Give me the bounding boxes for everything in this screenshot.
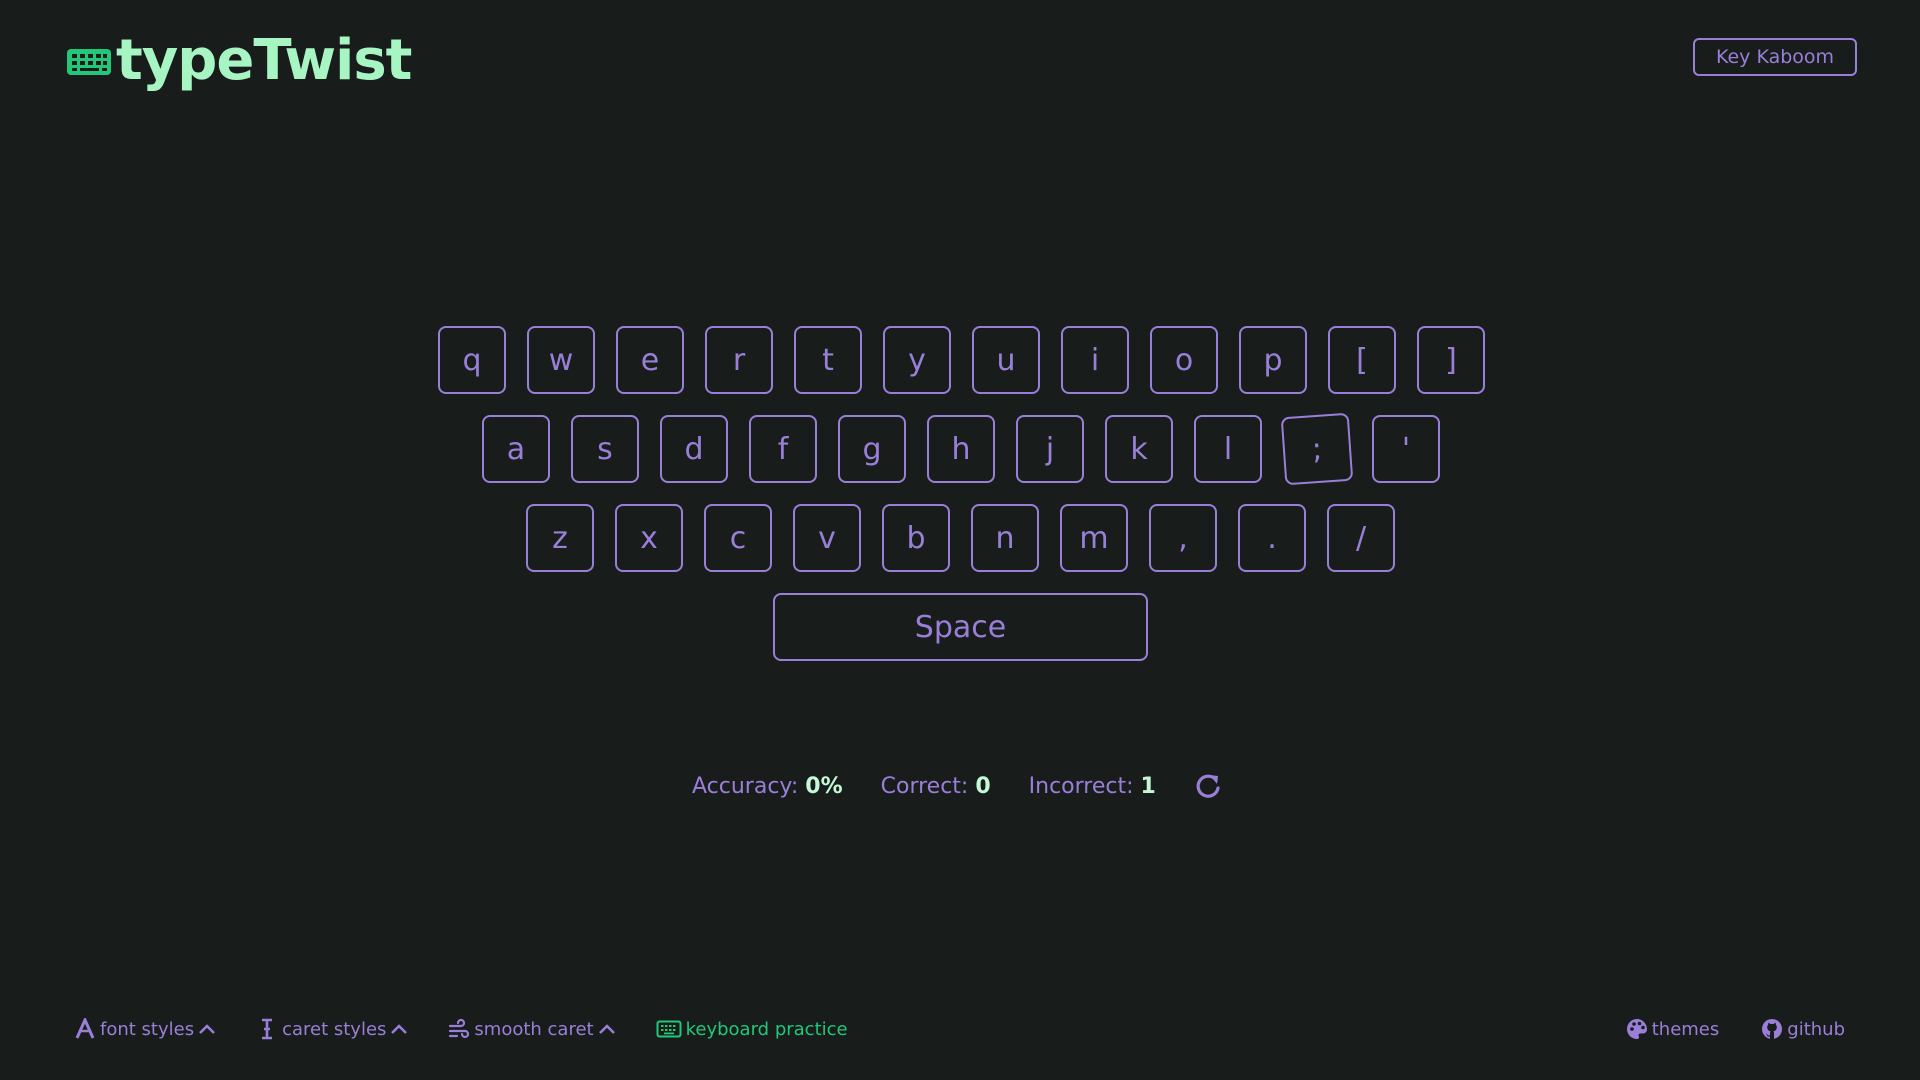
keyboard-row-1: q w e r t y u i o p [ ] bbox=[438, 326, 1485, 394]
caret-styles-label: caret styles bbox=[282, 1018, 387, 1040]
key-c[interactable]: c bbox=[704, 504, 772, 572]
restart-icon[interactable] bbox=[1194, 772, 1222, 800]
key-k[interactable]: k bbox=[1105, 415, 1173, 483]
key-space[interactable]: Space bbox=[773, 593, 1148, 661]
key-r[interactable]: r bbox=[705, 326, 773, 394]
keyboard-row-3: z x c v b n m , . / bbox=[526, 504, 1395, 572]
footer-right: themes github bbox=[1626, 1018, 1845, 1040]
key-t[interactable]: t bbox=[794, 326, 862, 394]
smooth-caret-toggle[interactable]: smooth caret bbox=[448, 1018, 615, 1040]
app-title: typeTwist bbox=[116, 28, 412, 93]
keyboard-icon bbox=[67, 48, 111, 75]
text-cursor-icon bbox=[262, 1018, 273, 1040]
key-f[interactable]: f bbox=[749, 415, 817, 483]
correct-label: Correct: bbox=[880, 773, 969, 799]
key-l[interactable]: l bbox=[1194, 415, 1262, 483]
font-icon bbox=[75, 1018, 95, 1039]
key-s[interactable]: s bbox=[571, 415, 639, 483]
palette-icon bbox=[1626, 1019, 1647, 1039]
key-w[interactable]: w bbox=[527, 326, 595, 394]
key-bracket-right[interactable]: ] bbox=[1417, 326, 1485, 394]
correct-value: 0 bbox=[975, 773, 991, 799]
key-z[interactable]: z bbox=[526, 504, 594, 572]
key-quote[interactable]: ' bbox=[1372, 415, 1440, 483]
key-x[interactable]: x bbox=[615, 504, 683, 572]
page: typeTwist Key Kaboom q w e r t y u i o p… bbox=[0, 0, 1920, 1080]
github-icon bbox=[1762, 1019, 1783, 1039]
key-y[interactable]: y bbox=[883, 326, 951, 394]
key-slash[interactable]: / bbox=[1327, 504, 1395, 572]
github-label: github bbox=[1787, 1018, 1845, 1040]
key-h[interactable]: h bbox=[927, 415, 995, 483]
keyboard-row-2: a s d f g h j k l ; ' bbox=[482, 412, 1440, 486]
key-d[interactable]: d bbox=[660, 415, 728, 483]
key-p[interactable]: p bbox=[1239, 326, 1307, 394]
key-i[interactable]: i bbox=[1061, 326, 1129, 394]
accuracy-value: 0% bbox=[805, 773, 843, 799]
github-link[interactable]: github bbox=[1761, 1018, 1845, 1040]
accuracy-stat: Accuracy: 0% bbox=[692, 774, 843, 799]
footer-left: font styles caret styles smooth caret ke… bbox=[74, 1018, 848, 1040]
smooth-caret-label: smooth caret bbox=[474, 1018, 594, 1040]
key-m[interactable]: m bbox=[1060, 504, 1128, 572]
key-comma[interactable]: , bbox=[1149, 504, 1217, 572]
keyboard-practice-label: keyboard practice bbox=[685, 1018, 848, 1040]
key-semicolon[interactable]: ; bbox=[1280, 412, 1354, 486]
keyboard-icon bbox=[656, 1020, 682, 1038]
accuracy-label: Accuracy: bbox=[692, 773, 799, 799]
chevron-up-icon bbox=[199, 1024, 215, 1034]
themes-button[interactable]: themes bbox=[1626, 1018, 1720, 1040]
key-period[interactable]: . bbox=[1238, 504, 1306, 572]
wind-icon bbox=[449, 1018, 470, 1039]
correct-stat: Correct: 0 bbox=[881, 774, 991, 799]
key-b[interactable]: b bbox=[882, 504, 950, 572]
chevron-up-icon bbox=[598, 1024, 615, 1034]
font-styles-toggle[interactable]: font styles bbox=[74, 1018, 216, 1040]
key-j[interactable]: j bbox=[1016, 415, 1084, 483]
stats-bar: Accuracy: 0% Correct: 0 Incorrect: 1 bbox=[692, 768, 1222, 804]
caret-styles-toggle[interactable]: caret styles bbox=[256, 1018, 408, 1040]
key-a[interactable]: a bbox=[482, 415, 550, 483]
key-u[interactable]: u bbox=[972, 326, 1040, 394]
key-n[interactable]: n bbox=[971, 504, 1039, 572]
incorrect-stat: Incorrect: 1 bbox=[1029, 774, 1156, 799]
key-kaboom-button[interactable]: Key Kaboom bbox=[1693, 38, 1857, 76]
incorrect-value: 1 bbox=[1140, 773, 1156, 799]
font-styles-label: font styles bbox=[100, 1018, 195, 1040]
app-logo[interactable]: typeTwist bbox=[66, 28, 412, 93]
keyboard-practice-toggle[interactable]: keyboard practice bbox=[656, 1018, 848, 1040]
key-bracket-left[interactable]: [ bbox=[1328, 326, 1396, 394]
key-g[interactable]: g bbox=[838, 415, 906, 483]
themes-label: themes bbox=[1651, 1018, 1720, 1040]
key-e[interactable]: e bbox=[616, 326, 684, 394]
key-v[interactable]: v bbox=[793, 504, 861, 572]
chevron-up-icon bbox=[391, 1024, 408, 1034]
key-q[interactable]: q bbox=[438, 326, 506, 394]
incorrect-label: Incorrect: bbox=[1028, 773, 1134, 799]
key-o[interactable]: o bbox=[1150, 326, 1218, 394]
